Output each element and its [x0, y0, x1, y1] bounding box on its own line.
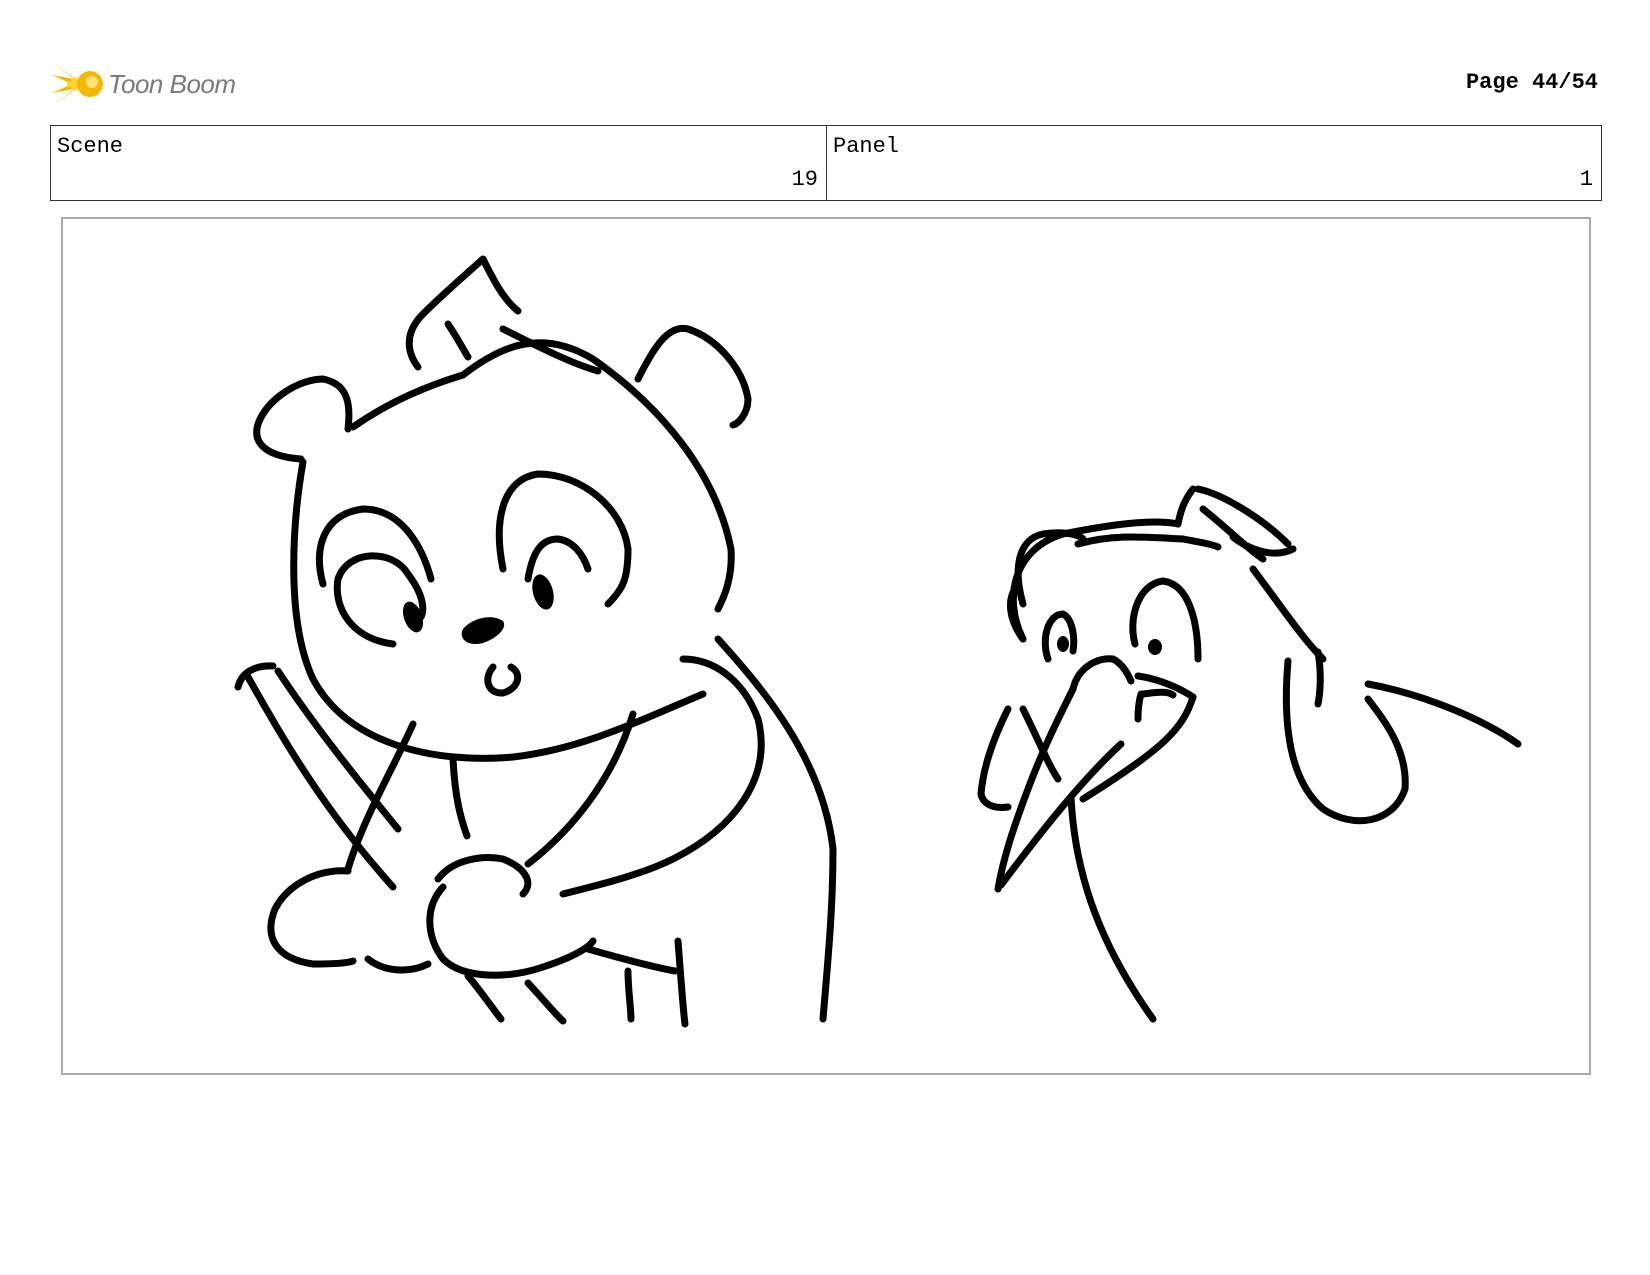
bird-brow — [1069, 655, 1135, 693]
storyboard-panel — [61, 217, 1591, 1075]
scene-panel-table: Scene 19 Panel 1 — [50, 125, 1602, 201]
bear-body-right — [714, 635, 837, 1023]
bird-character — [977, 485, 1522, 1023]
bird-left-pupil — [1057, 636, 1069, 652]
bird-crest-1 — [1014, 529, 1087, 608]
bear-front-paw — [434, 854, 532, 898]
bear-nose — [461, 617, 505, 645]
bear-leg-mid — [584, 945, 679, 975]
bird-neck-front — [1067, 793, 1157, 1023]
starburst-logo-icon — [52, 59, 103, 109]
bird-beak-long — [994, 685, 1077, 893]
bear-stick-right — [274, 667, 402, 833]
bear-character — [234, 255, 837, 1028]
bear-foot-left — [464, 972, 505, 1023]
bear-left-ear — [253, 375, 353, 463]
logo-text: Toon Boom — [108, 68, 236, 99]
bird-beak-mid — [1139, 688, 1177, 699]
bear-back-paw — [267, 867, 357, 968]
bear-back-paw-bottom — [364, 955, 432, 974]
bird-right-eye — [1129, 577, 1202, 663]
bear-left-eye-ring — [333, 552, 427, 648]
bear-leg-left — [624, 967, 635, 1023]
scene-label: Scene — [57, 134, 124, 159]
bear-front-paw-bottom — [426, 883, 597, 979]
bear-stick-left — [244, 673, 397, 891]
panel-drawing — [234, 255, 1522, 1028]
bird-crest-3 — [1174, 485, 1197, 528]
bear-arm-upper — [524, 710, 637, 868]
page-number: Page 44/54 — [1465, 70, 1598, 95]
scene-number: 19 — [791, 167, 818, 192]
bear-brow-line — [499, 325, 602, 375]
bear-leg-right — [674, 937, 689, 1028]
bird-face-left — [977, 705, 1012, 811]
bear-right-eye-lid — [524, 535, 592, 583]
scene-cell: Scene 19 — [51, 126, 826, 200]
toon-boom-logo: Toon Boom — [52, 56, 312, 112]
bird-cheek — [1019, 705, 1062, 783]
bear-foot-right — [524, 979, 567, 1025]
bear-shoulder — [559, 655, 765, 898]
panel-cell: Panel 1 — [826, 126, 1601, 200]
bear-left-eye-socket — [315, 505, 435, 588]
bird-wing-edge — [1314, 648, 1324, 708]
bird-neck-back — [1249, 565, 1327, 663]
panel-number: 1 — [1579, 167, 1593, 192]
panel-label: Panel — [833, 134, 900, 159]
bear-tuft-inner — [444, 320, 472, 361]
bear-head — [290, 458, 707, 762]
bird-left-eye — [1041, 610, 1078, 663]
bear-mouth — [484, 663, 522, 697]
bird-beak-tip — [1134, 690, 1145, 723]
bear-arm-left — [449, 755, 471, 840]
bird-right-pupil — [1148, 639, 1162, 655]
bear-right-pupil — [532, 574, 554, 610]
bird-crest-2 — [1074, 533, 1222, 551]
